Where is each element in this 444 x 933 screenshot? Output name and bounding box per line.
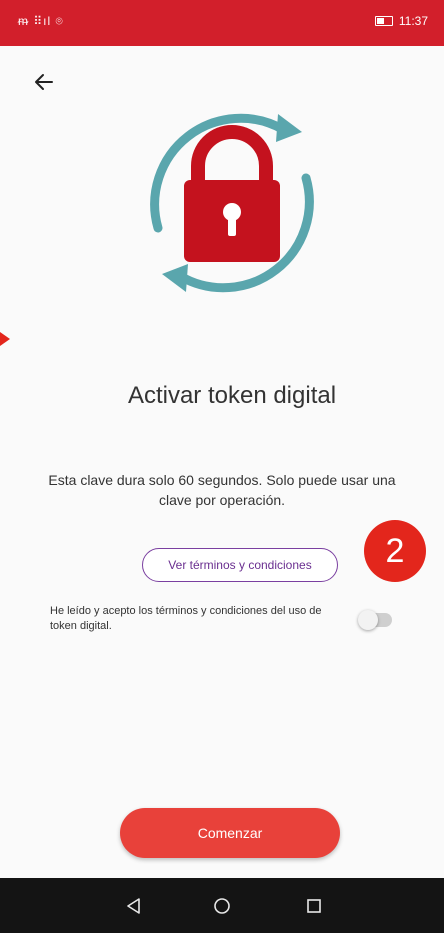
battery-icon	[374, 16, 393, 26]
signal-status-text: ᵯ ⠿ıl ⌾	[18, 14, 64, 28]
toggle-knob	[358, 610, 378, 630]
page-title: Activar token digital	[127, 382, 337, 409]
consent-label: He leído y acepto los términos y condici…	[50, 605, 322, 632]
pointer-arrow-icon	[0, 332, 10, 346]
step-badge: 2	[364, 520, 426, 582]
system-nav-bar	[0, 878, 444, 933]
description-text: Esta clave dura solo 60 segundos. Solo p…	[48, 472, 396, 508]
square-recents-icon	[307, 898, 321, 913]
status-time: 11:37	[398, 14, 428, 28]
nav-recents-button[interactable]	[284, 878, 344, 933]
padlock-refresh-icon	[150, 113, 314, 293]
nav-back-button[interactable]	[104, 878, 164, 933]
status-bar: ᵯ ⠿ıl ⌾ 11:37	[0, 0, 444, 46]
circle-home-icon	[214, 897, 230, 914]
start-button[interactable]: Comenzar	[120, 808, 340, 858]
triangle-back-icon	[127, 897, 140, 914]
back-button[interactable]	[30, 68, 58, 96]
status-right: 11:37	[374, 14, 428, 28]
hero-illustration	[132, 108, 332, 298]
app-screen: ᵯ ⠿ıl ⌾ 11:37 Activar token digital Esta…	[0, 0, 444, 933]
nav-home-button[interactable]	[192, 878, 252, 933]
terms-button[interactable]: Ver términos y condiciones	[142, 548, 338, 582]
arrow-left-icon	[35, 74, 53, 90]
consent-toggle[interactable]	[358, 610, 392, 630]
